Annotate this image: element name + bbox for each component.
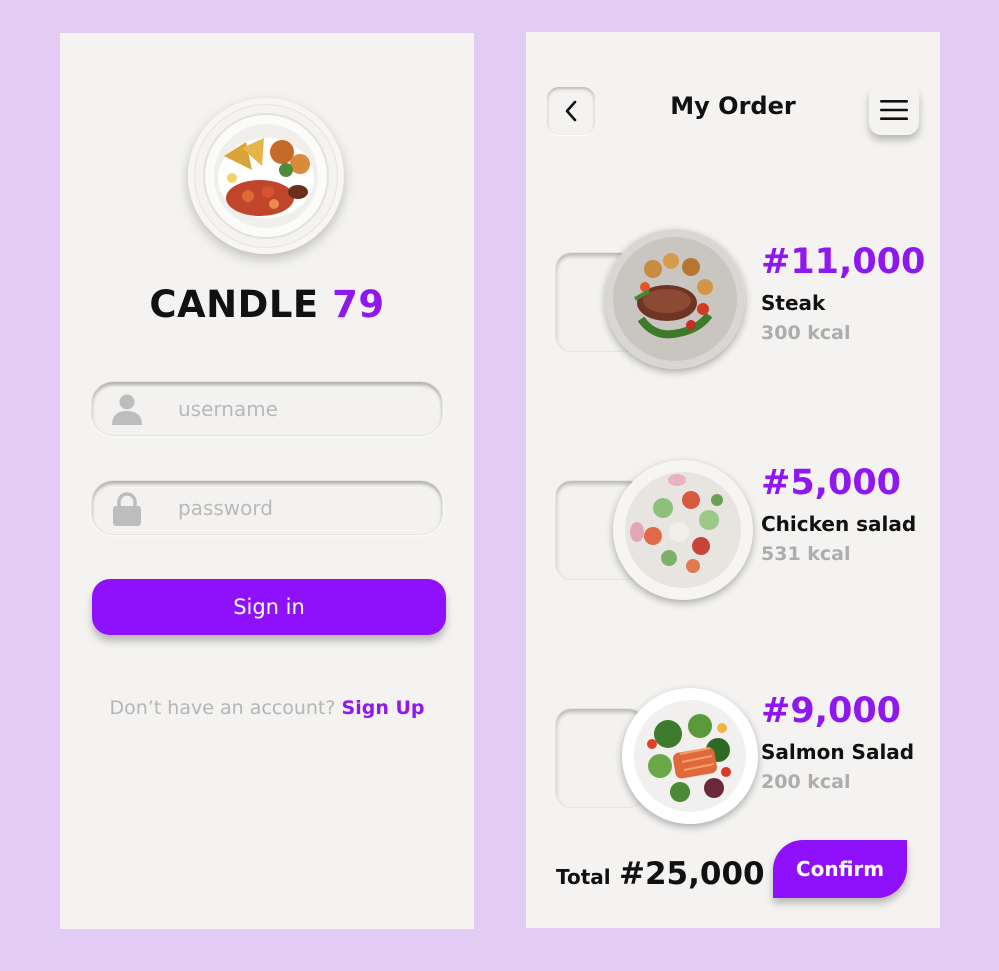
sign-up-link[interactable]: Sign Up: [342, 697, 425, 719]
brand-name: CANDLE: [149, 283, 319, 326]
item-kcal: 300 kcal: [761, 322, 851, 344]
item-kcal: 531 kcal: [761, 543, 851, 565]
steak-image: [605, 229, 745, 369]
logo-plate: [188, 98, 344, 254]
password-field[interactable]: [91, 480, 443, 535]
password-input[interactable]: [178, 491, 418, 525]
signup-prompt-line: Don’t have an account? Sign Up: [60, 697, 474, 719]
total-label: Total: [556, 865, 611, 889]
chicken-salad-image: [613, 460, 753, 600]
item-price: #9,000: [761, 691, 902, 731]
menu-button[interactable]: [869, 85, 919, 135]
signup-prompt: Don’t have an account?: [109, 697, 336, 719]
order-item[interactable]: #5,000 Chicken salad 531 kcal: [526, 452, 940, 602]
brand-title: CANDLE 79: [60, 283, 474, 326]
username-field[interactable]: [91, 381, 443, 436]
hamburger-menu-icon: [880, 100, 908, 120]
user-icon: [110, 392, 144, 430]
username-input[interactable]: [178, 392, 418, 426]
order-item[interactable]: #11,000 Steak 300 kcal: [526, 222, 940, 372]
salmon-salad-image: [622, 688, 758, 824]
total-value: #25,000: [619, 856, 765, 892]
item-name: Steak: [761, 291, 826, 315]
brand-number: 79: [332, 283, 385, 326]
sign-in-button[interactable]: Sign in: [92, 579, 446, 635]
order-item[interactable]: #9,000 Salmon Salad 200 kcal: [526, 682, 940, 832]
item-kcal: 200 kcal: [761, 771, 851, 793]
item-price: #11,000: [761, 242, 926, 282]
confirm-button[interactable]: Confirm: [773, 840, 907, 898]
login-screen: CANDLE 79 Sign in Don’t have an account?…: [60, 33, 474, 929]
food-plate-logo: [203, 113, 329, 239]
item-price: #5,000: [761, 463, 902, 503]
lock-icon: [110, 491, 144, 531]
item-name: Salmon Salad: [761, 740, 915, 764]
item-name: Chicken salad: [761, 512, 917, 536]
order-screen: My Order #11,000 Steak 300 kcal #5,000 C…: [526, 32, 940, 928]
